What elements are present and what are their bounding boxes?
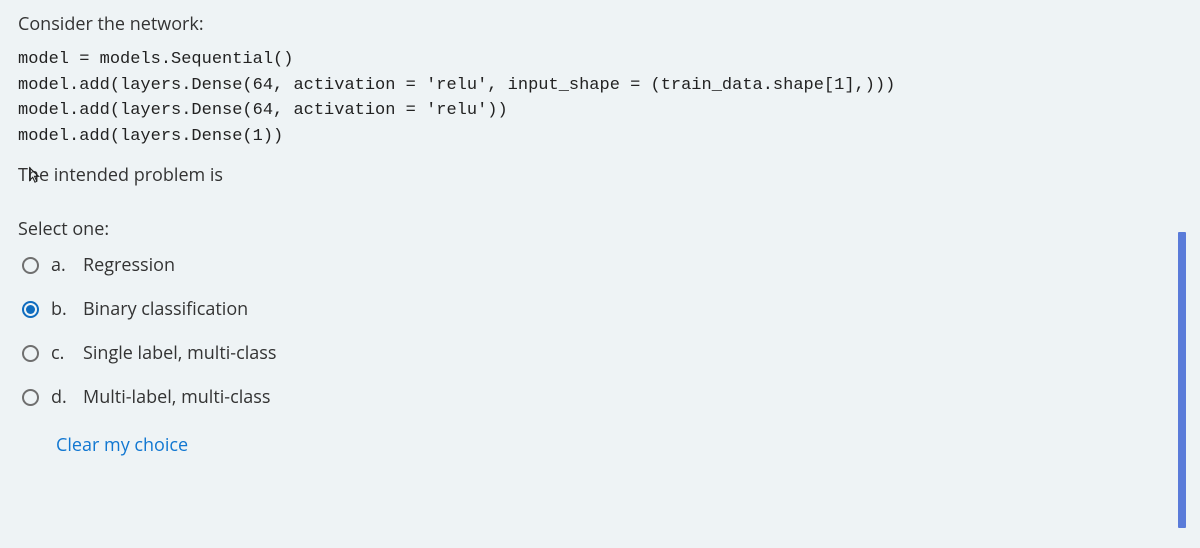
- clear-my-choice[interactable]: Clear my choice: [56, 433, 188, 457]
- option-text: Multi-label, multi-class: [83, 385, 270, 409]
- option-d[interactable]: d. Multi-label, multi-class: [22, 385, 1182, 409]
- radio-d[interactable]: [22, 389, 39, 406]
- option-text: Binary classification: [83, 297, 248, 321]
- option-a[interactable]: a. Regression: [22, 253, 1182, 277]
- option-letter: b.: [51, 297, 75, 321]
- option-letter: c.: [51, 341, 75, 365]
- code-snippet: model = models.Sequential() model.add(la…: [18, 47, 1182, 149]
- question-outro: The intended problem is: [18, 163, 1182, 187]
- option-text: Regression: [83, 253, 175, 277]
- option-letter: d.: [51, 385, 75, 409]
- scrollbar-thumb[interactable]: [1178, 232, 1186, 528]
- cursor-icon: [26, 166, 44, 184]
- option-b[interactable]: b. Binary classification: [22, 297, 1182, 321]
- radio-a[interactable]: [22, 257, 39, 274]
- radio-b[interactable]: [22, 301, 39, 318]
- option-text: Single label, multi-class: [83, 341, 276, 365]
- radio-c[interactable]: [22, 345, 39, 362]
- option-c[interactable]: c. Single label, multi-class: [22, 341, 1182, 365]
- question-intro: Consider the network:: [18, 12, 1182, 37]
- select-one-prompt: Select one:: [18, 217, 1182, 241]
- option-list: a. Regression b. Binary classification c…: [18, 253, 1182, 409]
- scrollbar-track[interactable]: [1178, 232, 1186, 528]
- option-letter: a.: [51, 253, 75, 277]
